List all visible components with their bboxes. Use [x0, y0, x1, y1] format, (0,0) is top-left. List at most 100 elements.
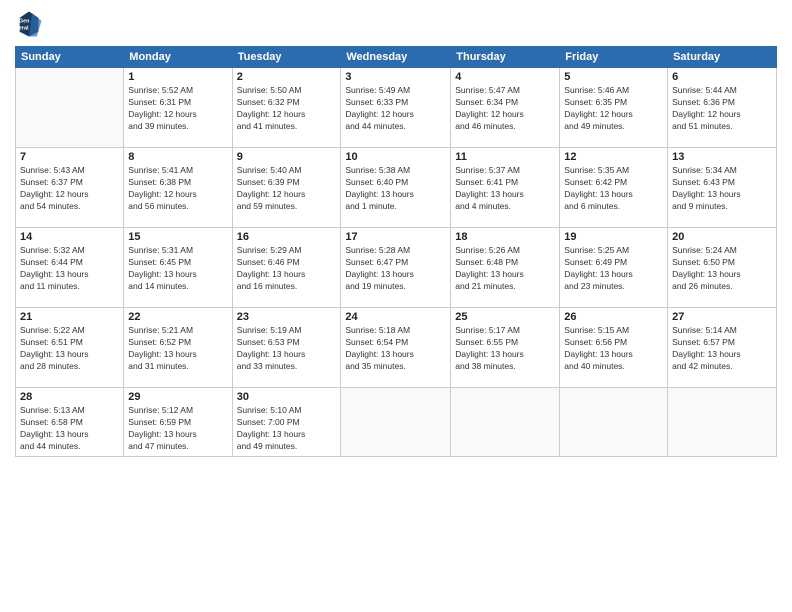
day-number: 22	[128, 311, 227, 323]
day-info: Sunrise: 5:46 AM Sunset: 6:35 PM Dayligh…	[564, 85, 663, 133]
calendar-cell	[16, 68, 124, 148]
weekday-header-tuesday: Tuesday	[232, 47, 341, 68]
calendar-cell: 1 Sunrise: 5:52 AM Sunset: 6:31 PM Daylig…	[124, 68, 232, 148]
calendar-cell	[668, 388, 777, 457]
day-info: Sunrise: 5:28 AM Sunset: 6:47 PM Dayligh…	[345, 245, 446, 293]
day-info: Sunrise: 5:32 AM Sunset: 6:44 PM Dayligh…	[20, 245, 119, 293]
day-info: Sunrise: 5:43 AM Sunset: 6:37 PM Dayligh…	[20, 165, 119, 213]
day-number: 6	[672, 71, 772, 83]
week-row-5: 28 Sunrise: 5:13 AM Sunset: 6:58 PM Dayli…	[16, 388, 777, 457]
weekday-header-thursday: Thursday	[451, 47, 560, 68]
day-number: 7	[20, 151, 119, 163]
day-info: Sunrise: 5:40 AM Sunset: 6:39 PM Dayligh…	[237, 165, 337, 213]
day-number: 24	[345, 311, 446, 323]
calendar-cell: 27Sunrise: 5:14 AM Sunset: 6:57 PM Dayli…	[668, 308, 777, 388]
day-number: 12	[564, 151, 663, 163]
calendar-cell: 14 Sunrise: 5:32 AM Sunset: 6:44 PM Dayli…	[16, 228, 124, 308]
logo-icon: Gen eral	[15, 10, 43, 38]
header: Gen eral	[15, 10, 777, 38]
weekday-header-monday: Monday	[124, 47, 232, 68]
day-info: Sunrise: 5:10 AM Sunset: 7:00 PM Dayligh…	[237, 405, 337, 453]
svg-text:Gen: Gen	[19, 18, 30, 24]
day-number: 1	[128, 71, 227, 83]
calendar-cell: 3 Sunrise: 5:49 AM Sunset: 6:33 PM Daylig…	[341, 68, 451, 148]
weekday-header-wednesday: Wednesday	[341, 47, 451, 68]
week-row-2: 7 Sunrise: 5:43 AM Sunset: 6:37 PM Daylig…	[16, 148, 777, 228]
day-info: Sunrise: 5:44 AM Sunset: 6:36 PM Dayligh…	[672, 85, 772, 133]
day-number: 26	[564, 311, 663, 323]
calendar-cell: 8 Sunrise: 5:41 AM Sunset: 6:38 PM Daylig…	[124, 148, 232, 228]
calendar-cell: 22 Sunrise: 5:21 AM Sunset: 6:52 PM Dayli…	[124, 308, 232, 388]
weekday-header-row: SundayMondayTuesdayWednesdayThursdayFrid…	[16, 47, 777, 68]
calendar-cell	[341, 388, 451, 457]
day-number: 28	[20, 391, 119, 403]
week-row-4: 21Sunrise: 5:22 AM Sunset: 6:51 PM Dayli…	[16, 308, 777, 388]
calendar-cell: 7 Sunrise: 5:43 AM Sunset: 6:37 PM Daylig…	[16, 148, 124, 228]
day-number: 14	[20, 231, 119, 243]
day-info: Sunrise: 5:21 AM Sunset: 6:52 PM Dayligh…	[128, 325, 227, 373]
day-info: Sunrise: 5:24 AM Sunset: 6:50 PM Dayligh…	[672, 245, 772, 293]
week-row-1: 1 Sunrise: 5:52 AM Sunset: 6:31 PM Daylig…	[16, 68, 777, 148]
day-number: 16	[237, 231, 337, 243]
calendar-cell: 15 Sunrise: 5:31 AM Sunset: 6:45 PM Dayli…	[124, 228, 232, 308]
day-info: Sunrise: 5:31 AM Sunset: 6:45 PM Dayligh…	[128, 245, 227, 293]
day-number: 11	[455, 151, 555, 163]
day-info: Sunrise: 5:41 AM Sunset: 6:38 PM Dayligh…	[128, 165, 227, 213]
day-info: Sunrise: 5:29 AM Sunset: 6:46 PM Dayligh…	[237, 245, 337, 293]
day-info: Sunrise: 5:52 AM Sunset: 6:31 PM Dayligh…	[128, 85, 227, 133]
day-number: 19	[564, 231, 663, 243]
day-info: Sunrise: 5:47 AM Sunset: 6:34 PM Dayligh…	[455, 85, 555, 133]
day-number: 4	[455, 71, 555, 83]
svg-text:eral: eral	[19, 25, 29, 31]
day-info: Sunrise: 5:35 AM Sunset: 6:42 PM Dayligh…	[564, 165, 663, 213]
calendar-cell: 2 Sunrise: 5:50 AM Sunset: 6:32 PM Daylig…	[232, 68, 341, 148]
weekday-header-saturday: Saturday	[668, 47, 777, 68]
calendar-cell	[451, 388, 560, 457]
day-number: 10	[345, 151, 446, 163]
calendar-cell: 26 Sunrise: 5:15 AM Sunset: 6:56 PM Dayli…	[560, 308, 668, 388]
day-info: Sunrise: 5:14 AM Sunset: 6:57 PM Dayligh…	[672, 325, 772, 373]
weekday-header-sunday: Sunday	[16, 47, 124, 68]
day-number: 23	[237, 311, 337, 323]
calendar-cell: 28 Sunrise: 5:13 AM Sunset: 6:58 PM Dayli…	[16, 388, 124, 457]
day-info: Sunrise: 5:13 AM Sunset: 6:58 PM Dayligh…	[20, 405, 119, 453]
calendar-cell	[560, 388, 668, 457]
calendar-cell: 23 Sunrise: 5:19 AM Sunset: 6:53 PM Dayli…	[232, 308, 341, 388]
calendar: SundayMondayTuesdayWednesdayThursdayFrid…	[15, 46, 777, 457]
day-number: 30	[237, 391, 337, 403]
day-info: Sunrise: 5:15 AM Sunset: 6:56 PM Dayligh…	[564, 325, 663, 373]
calendar-cell: 29 Sunrise: 5:12 AM Sunset: 6:59 PM Dayli…	[124, 388, 232, 457]
day-info: Sunrise: 5:26 AM Sunset: 6:48 PM Dayligh…	[455, 245, 555, 293]
weekday-header-friday: Friday	[560, 47, 668, 68]
calendar-cell: 5Sunrise: 5:46 AM Sunset: 6:35 PM Daylig…	[560, 68, 668, 148]
day-info: Sunrise: 5:50 AM Sunset: 6:32 PM Dayligh…	[237, 85, 337, 133]
calendar-cell: 19 Sunrise: 5:25 AM Sunset: 6:49 PM Dayli…	[560, 228, 668, 308]
day-number: 9	[237, 151, 337, 163]
calendar-cell: 9 Sunrise: 5:40 AM Sunset: 6:39 PM Daylig…	[232, 148, 341, 228]
day-number: 17	[345, 231, 446, 243]
day-number: 3	[345, 71, 446, 83]
calendar-cell: 4 Sunrise: 5:47 AM Sunset: 6:34 PM Daylig…	[451, 68, 560, 148]
calendar-cell: 13Sunrise: 5:34 AM Sunset: 6:43 PM Dayli…	[668, 148, 777, 228]
calendar-cell: 24 Sunrise: 5:18 AM Sunset: 6:54 PM Dayli…	[341, 308, 451, 388]
day-info: Sunrise: 5:25 AM Sunset: 6:49 PM Dayligh…	[564, 245, 663, 293]
logo: Gen eral	[15, 10, 47, 38]
day-number: 25	[455, 311, 555, 323]
day-info: Sunrise: 5:49 AM Sunset: 6:33 PM Dayligh…	[345, 85, 446, 133]
day-number: 15	[128, 231, 227, 243]
day-number: 2	[237, 71, 337, 83]
week-row-3: 14 Sunrise: 5:32 AM Sunset: 6:44 PM Dayli…	[16, 228, 777, 308]
day-info: Sunrise: 5:38 AM Sunset: 6:40 PM Dayligh…	[345, 165, 446, 213]
calendar-cell: 17 Sunrise: 5:28 AM Sunset: 6:47 PM Dayli…	[341, 228, 451, 308]
day-info: Sunrise: 5:37 AM Sunset: 6:41 PM Dayligh…	[455, 165, 555, 213]
day-number: 8	[128, 151, 227, 163]
day-info: Sunrise: 5:19 AM Sunset: 6:53 PM Dayligh…	[237, 325, 337, 373]
day-number: 20	[672, 231, 772, 243]
day-info: Sunrise: 5:18 AM Sunset: 6:54 PM Dayligh…	[345, 325, 446, 373]
day-number: 29	[128, 391, 227, 403]
calendar-cell: 30 Sunrise: 5:10 AM Sunset: 7:00 PM Dayli…	[232, 388, 341, 457]
calendar-cell: 16 Sunrise: 5:29 AM Sunset: 6:46 PM Dayli…	[232, 228, 341, 308]
day-info: Sunrise: 5:12 AM Sunset: 6:59 PM Dayligh…	[128, 405, 227, 453]
calendar-cell: 25Sunrise: 5:17 AM Sunset: 6:55 PM Dayli…	[451, 308, 560, 388]
page: Gen eral SundayMondayTuesdayWednesdayThu…	[0, 0, 792, 612]
